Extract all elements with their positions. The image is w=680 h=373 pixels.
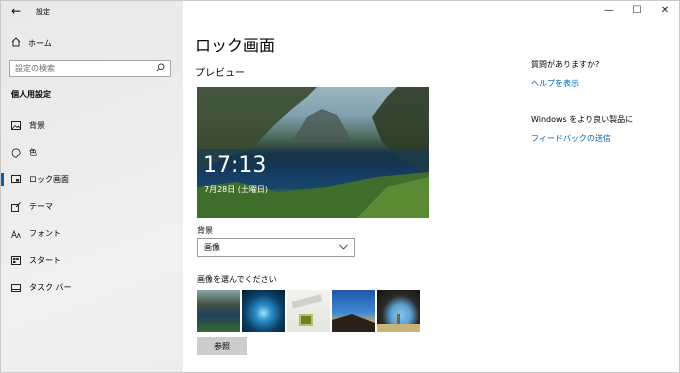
thumbnail-cave-arch[interactable]	[377, 290, 420, 332]
help-section: 質問がありますか? ヘルプを表示	[531, 59, 599, 89]
taskbar-icon	[11, 283, 21, 293]
sidebar-item-label: ロック画面	[29, 175, 69, 184]
settings-window: ← 設定 ホーム 設定の検索 個人用設定 背景 色 ロック画面 テーマ フォント…	[0, 0, 680, 373]
sidebar-item-label: タスク バー	[29, 283, 72, 292]
sidebar-item-taskbar[interactable]: タスク バー	[1, 274, 183, 301]
sidebar-item-label: 背景	[29, 121, 45, 130]
background-dropdown-value: 画像	[204, 243, 220, 252]
thumbnail-object[interactable]	[287, 290, 330, 332]
sidebar-item-theme[interactable]: テーマ	[1, 193, 183, 220]
main-content: — ☐ ✕ ロック画面 プレビュー 17:13 7月28日 (土曜日) 背景 画…	[183, 1, 679, 372]
start-icon	[11, 256, 21, 266]
font-icon	[11, 229, 21, 239]
sidebar-item-color[interactable]: 色	[1, 139, 183, 166]
sidebar-item-fonts[interactable]: フォント	[1, 220, 183, 247]
help-link[interactable]: ヘルプを表示	[531, 78, 599, 89]
image-icon	[11, 121, 21, 131]
minimize-button[interactable]: —	[595, 1, 623, 19]
titlebar-left: ← 設定	[1, 1, 183, 21]
help-question: 質問がありますか?	[531, 60, 600, 69]
preview-label: プレビュー	[195, 68, 245, 79]
theme-icon	[11, 201, 21, 212]
sidebar-item-lock-screen[interactable]: ロック画面	[1, 166, 183, 193]
thumbnail-dunes[interactable]	[332, 290, 375, 332]
window-controls: — ☐ ✕	[595, 1, 679, 19]
chevron-down-icon	[339, 243, 348, 252]
sidebar-item-start[interactable]: スタート	[1, 247, 183, 274]
background-dropdown[interactable]: 画像	[197, 238, 355, 257]
search-icon[interactable]	[156, 63, 165, 75]
search-placeholder: 設定の検索	[15, 64, 55, 73]
sidebar-nav: 背景 色 ロック画面 テーマ フォント スタート タスク バー	[1, 112, 183, 301]
sidebar-item-label: スタート	[29, 256, 61, 265]
improve-text: Windows をより良い製品に	[531, 115, 634, 124]
sidebar: ← 設定 ホーム 設定の検索 個人用設定 背景 色 ロック画面 テーマ フォント…	[1, 1, 183, 372]
sidebar-item-label: フォント	[29, 229, 61, 238]
sidebar-item-label: テーマ	[29, 202, 53, 211]
back-arrow-icon[interactable]: ←	[11, 4, 21, 18]
home-icon	[11, 36, 21, 50]
app-title: 設定	[36, 8, 50, 16]
browse-button[interactable]: 参照	[197, 337, 247, 355]
preview-date: 7月28日 (土曜日)	[204, 185, 269, 194]
section-title: 個人用設定	[11, 90, 51, 99]
thumbnail-lake[interactable]	[197, 290, 240, 332]
picture-thumbnails	[197, 290, 420, 332]
feedback-link[interactable]: フィードバックの送信	[531, 133, 633, 144]
maximize-button[interactable]: ☐	[623, 1, 651, 19]
palette-icon	[11, 147, 21, 158]
sidebar-item-home[interactable]: ホーム	[11, 35, 171, 51]
sidebar-item-label: ホーム	[28, 38, 52, 48]
sidebar-item-background[interactable]: 背景	[1, 112, 183, 139]
close-button[interactable]: ✕	[651, 1, 679, 19]
lock-screen-icon	[11, 175, 21, 185]
page-title: ロック画面	[195, 36, 276, 55]
feedback-section: Windows をより良い製品に フィードバックの送信	[531, 114, 633, 144]
thumbnail-ice-cave[interactable]	[242, 290, 285, 332]
lock-screen-preview: 17:13 7月28日 (土曜日)	[197, 87, 429, 218]
preview-time: 17:13	[203, 153, 267, 178]
background-label: 背景	[197, 226, 213, 235]
search-input[interactable]: 設定の検索	[9, 60, 171, 77]
choose-picture-label: 画像を選んでください	[197, 275, 277, 284]
sidebar-item-label: 色	[29, 148, 37, 157]
